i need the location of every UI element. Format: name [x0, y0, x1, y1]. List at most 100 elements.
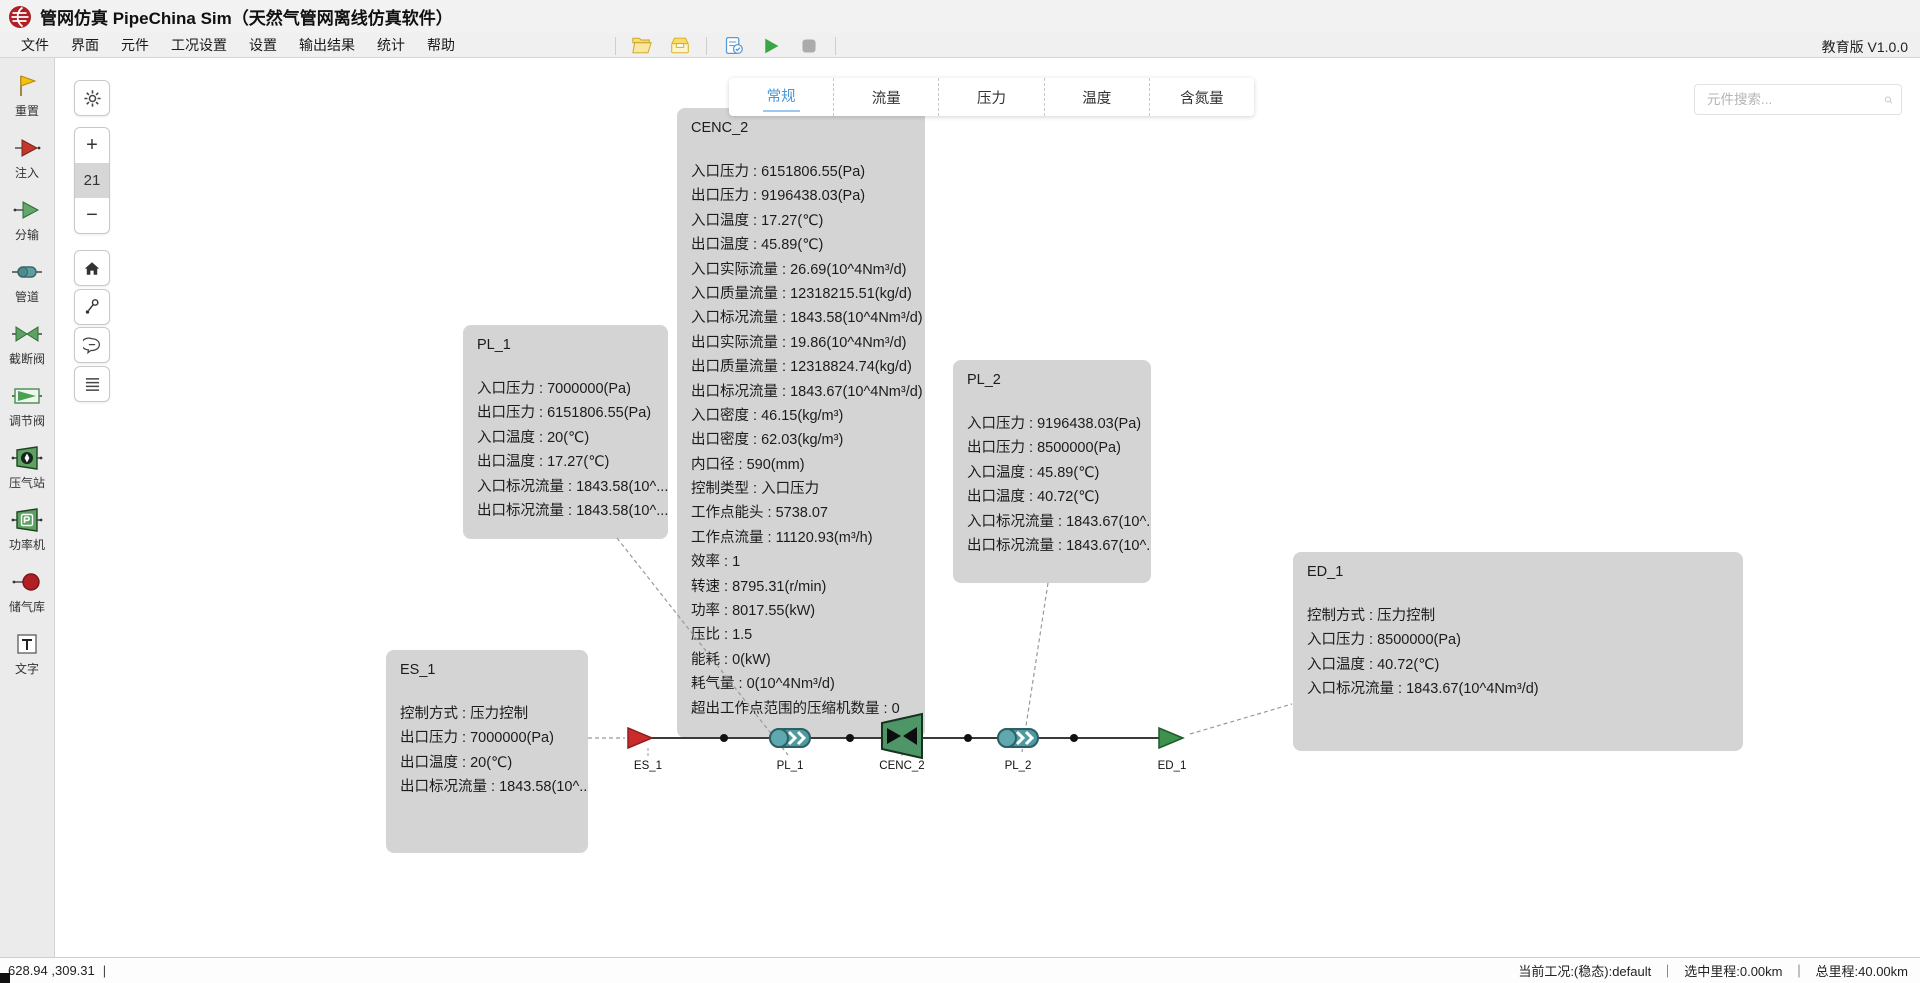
sidebar-item-pipe[interactable]: 管道: [0, 258, 55, 320]
layer-list-button[interactable]: [74, 366, 110, 402]
run-simulation-button[interactable]: [759, 36, 783, 56]
sidebar-item-block-valve[interactable]: 截断阀: [0, 320, 55, 382]
panel-row: 入口温度 : 40.72(℃): [1307, 653, 1729, 677]
panel-title: PL_1: [477, 337, 654, 353]
status-separator: |: [103, 963, 106, 978]
panel-row: 出口标况流量 : 1843.58(10^...: [400, 775, 574, 799]
panel-row: 出口温度 : 20(℃): [400, 751, 574, 775]
sidebar-item-reset[interactable]: 重置: [0, 72, 55, 134]
settings-gear-button[interactable]: [74, 80, 110, 116]
panel-row: 控制类型 : 入口压力: [691, 477, 911, 501]
open-folder-button[interactable]: [630, 36, 654, 56]
search-icon[interactable]: [1884, 92, 1893, 108]
panel-row: 能耗 : 0(kW): [691, 648, 911, 672]
node-label-pl1: PL_1: [777, 760, 804, 772]
save-project-button[interactable]: [668, 36, 692, 56]
stop-simulation-button[interactable]: [797, 36, 821, 56]
zoom-in-button[interactable]: +: [75, 128, 109, 163]
menu-item[interactable]: 输出结果: [288, 33, 366, 57]
panel-row: 入口质量流量 : 12318215.51(kg/d): [691, 282, 911, 306]
menu-item[interactable]: 工况设置: [160, 33, 238, 57]
panel-row: 超出工作点范围的压缩机数量 : 0: [691, 697, 911, 721]
source-triangle-icon: [625, 726, 655, 750]
cursor-coordinates: 628.94 ,309.31: [8, 963, 95, 978]
panel-row: 入口压力 : 7000000(Pa): [477, 377, 654, 401]
tab-flow[interactable]: 流量: [833, 78, 938, 116]
home-view-button[interactable]: [74, 250, 110, 286]
sidebar-item-control-valve[interactable]: 调节阀: [0, 382, 55, 444]
sidebar-item-label: 注入: [15, 164, 39, 181]
menu-item[interactable]: 统计: [366, 33, 416, 57]
info-panel-ed1: ED_1 控制方式 : 压力控制入口压力 : 8500000(Pa)入口温度 :…: [1293, 552, 1743, 751]
diagram-canvas[interactable]: + 21 − 常规 流量 压力 温度 含氮量: [55, 58, 1920, 957]
menu-item[interactable]: 界面: [60, 33, 110, 57]
panel-row: 控制方式 : 压力控制: [1307, 604, 1729, 628]
panel-row: 工作点能头 : 5738.07: [691, 501, 911, 525]
menu-item[interactable]: 设置: [238, 33, 288, 57]
panel-title: ES_1: [400, 662, 574, 678]
panel-row: 效率 : 1: [691, 550, 911, 574]
panel-row: 控制方式 : 压力控制: [400, 702, 574, 726]
node-label-cenc2: CENC_2: [879, 760, 924, 772]
comment-button[interactable]: [74, 327, 110, 363]
sidebar-item-power-machine[interactable]: 功率机: [0, 506, 55, 568]
current-condition: 当前工况:(稳态):default: [1518, 961, 1651, 980]
menu-item[interactable]: 文件: [10, 33, 60, 57]
panel-row: 出口质量流量 : 12318824.74(kg/d): [691, 355, 911, 379]
control-valve-icon: [10, 383, 44, 409]
validate-check-button[interactable]: [721, 36, 745, 56]
pipe-icon: [10, 259, 44, 285]
node-ed1-sink[interactable]: [1155, 726, 1187, 755]
search-input[interactable]: [1707, 92, 1884, 107]
status-separator: ｜: [1793, 961, 1806, 980]
panel-row: 转速 : 8795.31(r/min): [691, 575, 911, 599]
status-separator: ｜: [1661, 961, 1674, 980]
node-label-ed1: ED_1: [1158, 760, 1187, 772]
sidebar-item-text[interactable]: 文字: [0, 630, 55, 692]
app-logo-icon: [8, 5, 32, 29]
node-es1-source[interactable]: [625, 726, 655, 755]
info-panel-es1: ES_1 控制方式 : 压力控制出口压力 : 7000000(Pa)出口温度 :…: [386, 650, 588, 853]
sidebar-item-label: 管道: [15, 288, 39, 305]
node-pl2-pipe[interactable]: [992, 723, 1044, 758]
layer-list-icon: [84, 377, 101, 392]
save-project-icon: [669, 36, 691, 55]
status-right-group: 当前工况:(稳态):default ｜ 选中里程:0.00km ｜ 总里程:40…: [1518, 961, 1908, 980]
component-sidebar: 重置 注入 分输 管道 截断阀 调节阀: [0, 58, 55, 957]
panel-row: 入口标况流量 : 1843.58(10^...: [477, 475, 654, 499]
tab-pressure[interactable]: 压力: [938, 78, 1043, 116]
tab-nitrogen[interactable]: 含氮量: [1149, 78, 1254, 116]
tab-temperature[interactable]: 温度: [1044, 78, 1149, 116]
node-label-es1: ES_1: [634, 760, 662, 772]
sidebar-item-compressor-station[interactable]: 压气站: [0, 444, 55, 506]
panel-row: 出口实际流量 : 19.86(10^4Nm³/d): [691, 331, 911, 355]
node-cenc2-compressor[interactable]: [880, 710, 926, 767]
menu-items: 文件界面元件工况设置设置输出结果统计帮助: [0, 33, 466, 57]
node-pl1-pipe[interactable]: [764, 723, 816, 758]
status-bar: 628.94 ,309.31 | 当前工况:(稳态):default ｜ 选中里…: [0, 957, 1920, 983]
sink-triangle-icon: [1155, 726, 1187, 750]
sidebar-item-label: 压气站: [9, 474, 45, 491]
panel-row: 入口温度 : 45.89(℃): [967, 461, 1137, 485]
power-machine-icon: [10, 506, 44, 534]
tab-general[interactable]: 常规: [729, 78, 833, 116]
title-bar: 管网仿真 PipeChina Sim（天然气管网离线仿真软件）: [0, 0, 1920, 33]
panel-row: 出口压力 : 8500000(Pa): [967, 436, 1137, 460]
compressor-icon: [880, 710, 926, 762]
quick-toolbar: [615, 33, 836, 58]
zoom-out-button[interactable]: −: [75, 198, 109, 233]
reset-flag-icon: [12, 73, 42, 99]
total-mileage: 总里程:40.00km: [1816, 961, 1908, 980]
block-valve-icon: [10, 321, 44, 347]
sidebar-item-gas-storage[interactable]: 储气库: [0, 568, 55, 630]
menu-item[interactable]: 元件: [110, 33, 160, 57]
run-simulation-icon: [762, 37, 780, 55]
panel-row: 功率 : 8017.55(kW): [691, 599, 911, 623]
panel-row: 耗气量 : 0(10^4Nm³/d): [691, 672, 911, 696]
menu-bar: 文件界面元件工况设置设置输出结果统计帮助: [0, 33, 1920, 58]
route-pin-button[interactable]: [74, 289, 110, 325]
sidebar-item-injection[interactable]: 注入: [0, 134, 55, 196]
zoom-level-value: 21: [75, 163, 109, 198]
menu-item[interactable]: 帮助: [416, 33, 466, 57]
sidebar-item-offtake[interactable]: 分输: [0, 196, 55, 258]
